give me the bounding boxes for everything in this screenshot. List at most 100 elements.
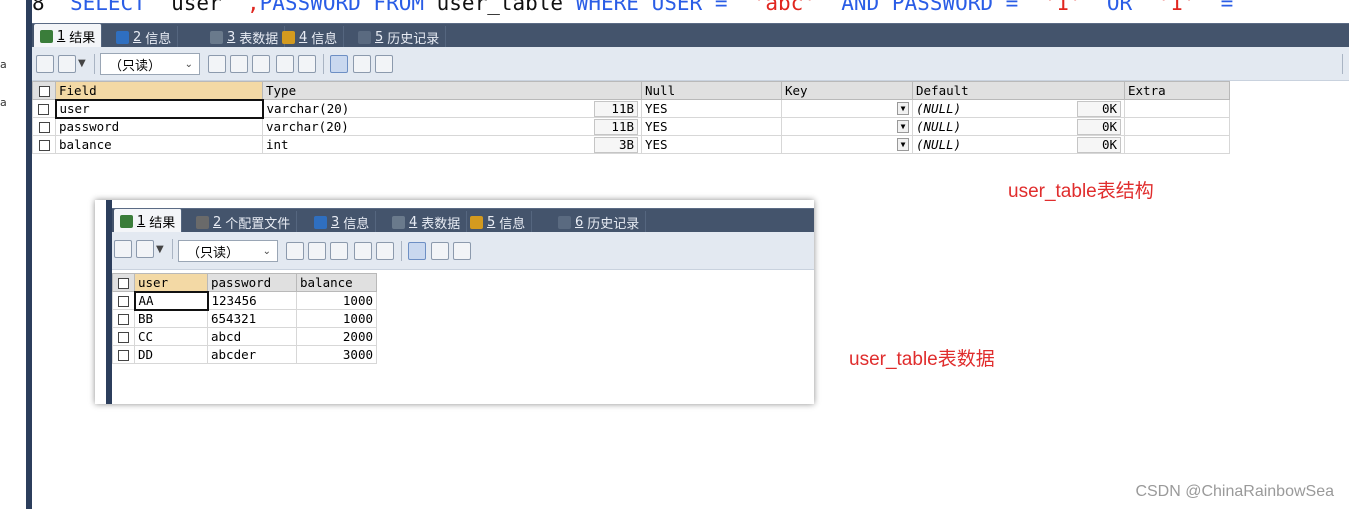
tab-1[interactable]: 1 结果	[34, 24, 103, 48]
table-row[interactable]: AA 123456 1000	[112, 290, 377, 311]
column-header[interactable]: Null	[641, 81, 782, 100]
chevron-down-icon[interactable]: ▼	[78, 58, 86, 69]
duplicate-row-icon[interactable]	[308, 242, 326, 260]
tab-6[interactable]: 6 历史记录	[552, 211, 647, 233]
delete-icon[interactable]	[276, 55, 294, 73]
key-cell[interactable]: ▼	[781, 117, 913, 136]
column-header[interactable]: Field	[55, 81, 263, 100]
sql-token: WHERE	[575, 0, 639, 15]
user-cell[interactable]: DD	[134, 345, 208, 364]
column-header[interactable]: balance	[296, 273, 377, 292]
tab-1[interactable]: 1 结果	[114, 209, 183, 233]
extra-cell[interactable]	[1124, 117, 1230, 136]
readonly-select[interactable]: （只读） ⌄	[100, 53, 200, 75]
row-checkbox[interactable]	[32, 135, 56, 154]
import-icon[interactable]	[136, 240, 154, 258]
refresh-icon[interactable]	[298, 55, 316, 73]
field-cell[interactable]: password	[55, 117, 263, 136]
tab-number: 4	[409, 214, 418, 230]
row-checkbox[interactable]	[32, 99, 56, 118]
default-cell[interactable]: (NULL) 0K	[912, 117, 1125, 136]
null-cell[interactable]: YES	[641, 117, 782, 136]
export-icon[interactable]	[114, 240, 132, 258]
password-cell[interactable]: abcder	[207, 345, 297, 364]
tab-3[interactable]: 3 表数据	[204, 26, 286, 48]
type-cell[interactable]: varchar(20) 11B	[262, 99, 642, 118]
chevron-down-icon[interactable]: ▼	[897, 138, 909, 151]
password-cell[interactable]: 123456	[207, 291, 297, 310]
balance-cell[interactable]: 2000	[296, 327, 377, 346]
user-cell[interactable]: AA	[133, 290, 209, 311]
key-cell[interactable]: ▼	[781, 99, 913, 118]
refresh-icon[interactable]	[376, 242, 394, 260]
save-icon[interactable]	[330, 242, 348, 260]
field-cell[interactable]: balance	[55, 135, 263, 154]
field-cell[interactable]: user	[54, 98, 264, 119]
row-checkbox[interactable]	[112, 327, 135, 346]
user-cell[interactable]: BB	[134, 309, 208, 328]
chevron-down-icon[interactable]: ▼	[897, 120, 909, 133]
type-cell[interactable]: int 3B	[262, 135, 642, 154]
null-cell[interactable]: YES	[641, 135, 782, 154]
table-row[interactable]: CC abcd 2000	[112, 327, 377, 346]
row-checkbox[interactable]	[112, 291, 135, 310]
grid-view-icon[interactable]	[408, 242, 426, 260]
row-checkbox[interactable]	[32, 117, 56, 136]
column-header[interactable]: user	[134, 273, 208, 292]
password-cell[interactable]: abcd	[207, 327, 297, 346]
row-checkbox[interactable]	[112, 345, 135, 364]
tab-label: 结果	[69, 30, 96, 46]
chevron-down-icon[interactable]: ▼	[156, 244, 164, 255]
table-row[interactable]: password varchar(20) 11B YES ▼ (NULL) 0K	[32, 117, 1230, 136]
tab-5[interactable]: 5 信息	[464, 211, 533, 233]
duplicate-row-icon[interactable]	[230, 55, 248, 73]
export-icon[interactable]	[36, 55, 54, 73]
form-view-icon[interactable]	[353, 55, 371, 73]
extra-cell[interactable]	[1124, 135, 1230, 154]
add-row-icon[interactable]	[208, 55, 226, 73]
column-header[interactable]: Default	[912, 81, 1125, 100]
password-cell[interactable]: 654321	[207, 309, 297, 328]
balance-cell[interactable]: 3000	[296, 345, 377, 364]
table-row[interactable]: DD abcder 3000	[112, 345, 377, 364]
form-view-icon[interactable]	[431, 242, 449, 260]
tab-2[interactable]: 2 信息	[110, 26, 179, 48]
import-icon[interactable]	[58, 55, 76, 73]
column-header[interactable]: password	[207, 273, 297, 292]
delete-icon[interactable]	[354, 242, 372, 260]
readonly-select[interactable]: （只读） ⌄	[178, 240, 278, 262]
annotation-structure: user_table表结构	[1008, 181, 1154, 202]
key-cell[interactable]: ▼	[781, 135, 913, 154]
select-all-checkbox[interactable]	[32, 81, 56, 100]
user-cell[interactable]: CC	[134, 327, 208, 346]
tab-4[interactable]: 4 表数据	[386, 211, 468, 233]
extra-cell[interactable]	[1124, 99, 1230, 118]
tab-2[interactable]: 2 个配置文件	[190, 211, 298, 233]
sql-editor-line[interactable]: 8 SELECT user ,PASSWORD FROM user_table …	[32, 0, 1349, 15]
column-header[interactable]: Type	[262, 81, 642, 100]
table-row[interactable]: BB 654321 1000	[112, 309, 377, 328]
tab-3[interactable]: 3 信息	[308, 211, 377, 233]
null-cell[interactable]: YES	[641, 99, 782, 118]
add-row-icon[interactable]	[286, 242, 304, 260]
text-view-icon[interactable]	[453, 242, 471, 260]
balance-cell[interactable]: 1000	[296, 291, 377, 310]
default-value: (NULL)	[916, 101, 962, 116]
text-view-icon[interactable]	[375, 55, 393, 73]
tab-4[interactable]: 4 信息	[276, 26, 345, 48]
chevron-down-icon[interactable]: ▼	[897, 102, 909, 115]
default-cell[interactable]: (NULL) 0K	[912, 135, 1125, 154]
table-row[interactable]: user varchar(20) 11B YES ▼ (NULL) 0K	[32, 98, 1230, 119]
table-row[interactable]: balance int 3B YES ▼ (NULL) 0K	[32, 135, 1230, 154]
readonly-label: （只读）	[109, 58, 162, 74]
row-checkbox[interactable]	[112, 309, 135, 328]
save-icon[interactable]	[252, 55, 270, 73]
column-header[interactable]: Extra	[1124, 81, 1230, 100]
grid-view-icon[interactable]	[330, 55, 348, 73]
balance-cell[interactable]: 1000	[296, 309, 377, 328]
select-all-checkbox[interactable]	[112, 273, 135, 292]
type-cell[interactable]: varchar(20) 11B	[262, 117, 642, 136]
tab-5[interactable]: 5 历史记录	[352, 26, 447, 48]
column-header[interactable]: Key	[781, 81, 913, 100]
default-cell[interactable]: (NULL) 0K	[912, 99, 1125, 118]
